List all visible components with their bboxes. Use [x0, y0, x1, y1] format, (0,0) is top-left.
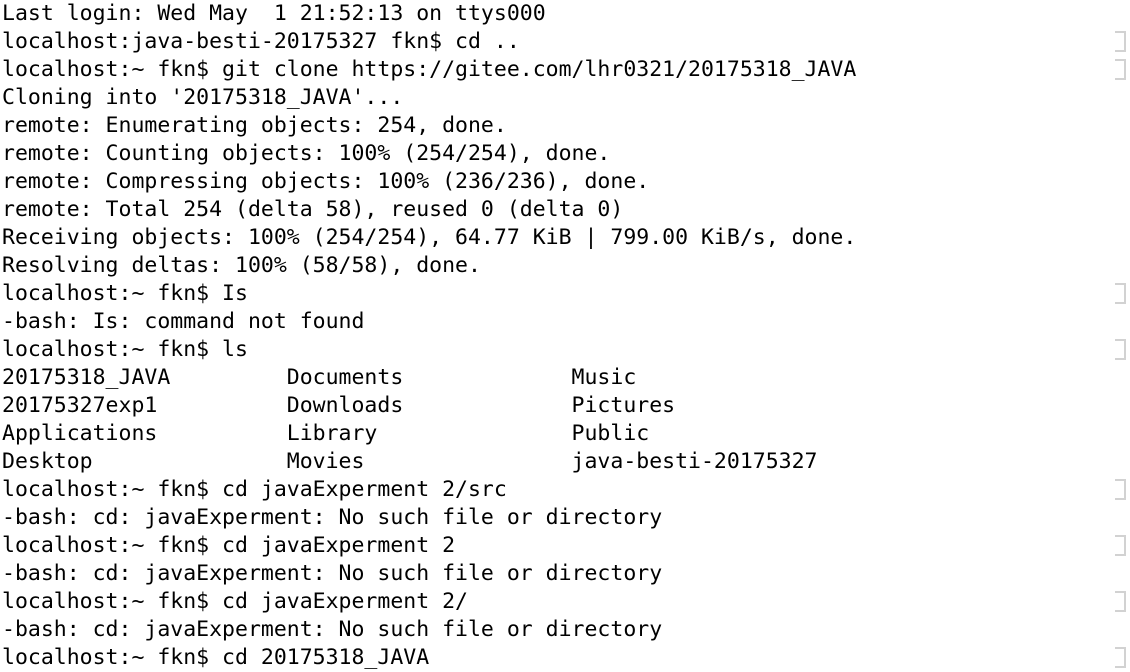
terminal-window[interactable]: Last login: Wed May 1 21:52:13 on ttys00… — [0, 0, 1130, 672]
terminal-output-line: Receiving objects: 100% (254/254), 64.77… — [0, 224, 1130, 252]
terminal-line-text: Cloning into '20175318_JAVA'... — [2, 85, 404, 110]
terminal-line-text: Last login: Wed May 1 21:52:13 on ttys00… — [2, 1, 546, 26]
terminal-prompt-line: localhost:~ fkn$ ls — [0, 336, 1130, 364]
terminal-line-text: remote: Counting objects: 100% (254/254)… — [2, 141, 611, 166]
terminal-output-line: Resolving deltas: 100% (58/58), done. — [0, 252, 1130, 280]
prompt-marker-icon — [1115, 283, 1126, 304]
terminal-prompt-line: localhost:~ fkn$ cd 20175318_JAVA — [0, 644, 1130, 672]
terminal-line-text: -bash: cd: javaExperment: No such file o… — [2, 617, 663, 642]
terminal-line-text: Desktop Movies java-besti-20175327 — [2, 449, 818, 474]
prompt-marker-icon — [1115, 591, 1126, 612]
terminal-prompt-line: localhost:~ fkn$ git clone https://gitee… — [0, 56, 1130, 84]
terminal-line-text: remote: Compressing objects: 100% (236/2… — [2, 169, 650, 194]
terminal-line-text: 20175327exp1 Downloads Pictures — [2, 393, 676, 418]
terminal-ls-row: Desktop Movies java-besti-20175327 — [0, 448, 1130, 476]
terminal-error-line: -bash: cd: javaExperment: No such file o… — [0, 560, 1130, 588]
terminal-ls-row: 20175318_JAVA Documents Music — [0, 364, 1130, 392]
terminal-line-text: localhost:~ fkn$ cd javaExperment 2/src — [2, 477, 507, 502]
prompt-marker-icon — [1115, 339, 1126, 360]
terminal-error-line: -bash: cd: javaExperment: No such file o… — [0, 504, 1130, 532]
prompt-marker-icon — [1115, 535, 1126, 556]
prompt-marker-icon — [1115, 479, 1126, 500]
terminal-screen-buffer[interactable]: Last login: Wed May 1 21:52:13 on ttys00… — [0, 0, 1130, 672]
terminal-prompt-line: localhost:java-besti-20175327 fkn$ cd .. — [0, 28, 1130, 56]
terminal-output-line: remote: Counting objects: 100% (254/254)… — [0, 140, 1130, 168]
terminal-line-text: Applications Library Public — [2, 421, 650, 446]
terminal-prompt-line: localhost:~ fkn$ cd javaExperment 2 — [0, 532, 1130, 560]
terminal-line-text: localhost:~ fkn$ git clone https://gitee… — [2, 57, 857, 82]
terminal-line-text: localhost:~ fkn$ cd javaExperment 2/ — [2, 589, 468, 614]
terminal-line-text: localhost:~ fkn$ cd javaExperment 2 — [2, 533, 456, 558]
terminal-line-text: -bash: cd: javaExperment: No such file o… — [2, 561, 663, 586]
terminal-output-line: remote: Total 254 (delta 58), reused 0 (… — [0, 196, 1130, 224]
terminal-line-text: remote: Enumerating objects: 254, done. — [2, 113, 507, 138]
terminal-line-text: Receiving objects: 100% (254/254), 64.77… — [2, 225, 857, 250]
terminal-output-line: Last login: Wed May 1 21:52:13 on ttys00… — [0, 0, 1130, 28]
terminal-ls-row: 20175327exp1 Downloads Pictures — [0, 392, 1130, 420]
terminal-line-text: localhost:~ fkn$ ls — [2, 337, 248, 362]
terminal-error-line: -bash: cd: javaExperment: No such file o… — [0, 616, 1130, 644]
terminal-line-text: -bash: Is: command not found — [2, 309, 365, 334]
prompt-marker-icon — [1115, 59, 1126, 80]
prompt-marker-icon — [1115, 647, 1126, 668]
terminal-output-line: Cloning into '20175318_JAVA'... — [0, 84, 1130, 112]
terminal-prompt-line: localhost:~ fkn$ cd javaExperment 2/src — [0, 476, 1130, 504]
terminal-line-text: 20175318_JAVA Documents Music — [2, 365, 637, 390]
terminal-line-text: Resolving deltas: 100% (58/58), done. — [2, 253, 481, 278]
terminal-prompt-line: localhost:~ fkn$ Is — [0, 280, 1130, 308]
terminal-prompt-line: localhost:~ fkn$ cd javaExperment 2/ — [0, 588, 1130, 616]
terminal-output-line: remote: Enumerating objects: 254, done. — [0, 112, 1130, 140]
terminal-ls-row: Applications Library Public — [0, 420, 1130, 448]
terminal-output-line: remote: Compressing objects: 100% (236/2… — [0, 168, 1130, 196]
terminal-line-text: localhost:~ fkn$ cd 20175318_JAVA — [2, 645, 430, 670]
terminal-error-line: -bash: Is: command not found — [0, 308, 1130, 336]
terminal-line-text: localhost:~ fkn$ Is — [2, 281, 248, 306]
terminal-line-text: -bash: cd: javaExperment: No such file o… — [2, 505, 663, 530]
terminal-line-text: localhost:java-besti-20175327 fkn$ cd .. — [2, 29, 520, 54]
terminal-line-text: remote: Total 254 (delta 58), reused 0 (… — [2, 197, 624, 222]
prompt-marker-icon — [1115, 31, 1126, 52]
